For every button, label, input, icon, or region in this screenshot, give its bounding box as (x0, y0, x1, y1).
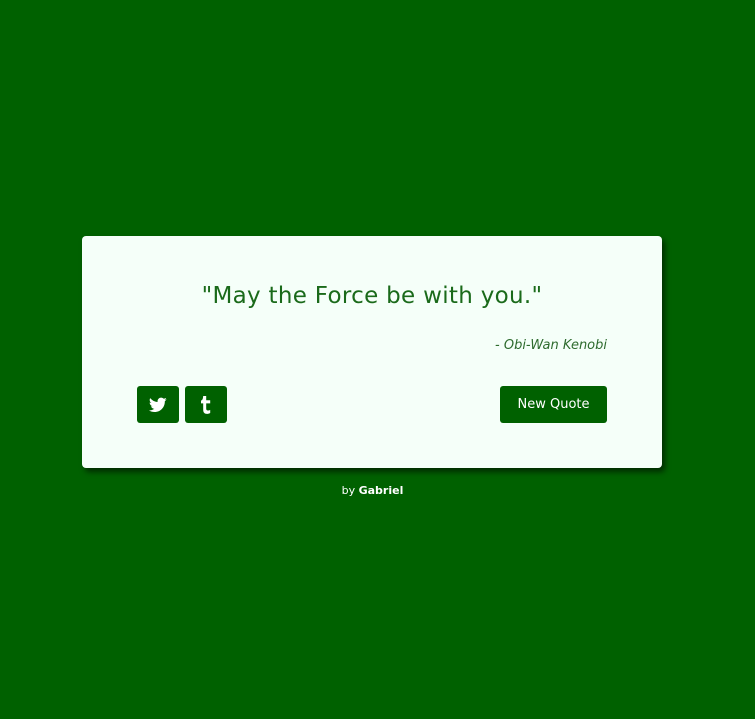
footer-prefix: by (341, 484, 356, 497)
tumblr-icon (201, 395, 211, 414)
new-quote-button[interactable]: New Quote (500, 386, 607, 423)
footer-credit: by Gabriel (0, 484, 745, 497)
twitter-icon (149, 397, 167, 412)
quote-text: "May the Force be with you." (201, 283, 543, 309)
tumblr-quote-button[interactable] (185, 386, 227, 423)
quote-card: "May the Force be with you." - Obi-Wan K… (82, 236, 662, 468)
tweet-quote-button[interactable] (137, 386, 179, 423)
quote-author: - Obi-Wan Kenobi (495, 338, 607, 353)
footer-author-name: Gabriel (358, 484, 404, 497)
